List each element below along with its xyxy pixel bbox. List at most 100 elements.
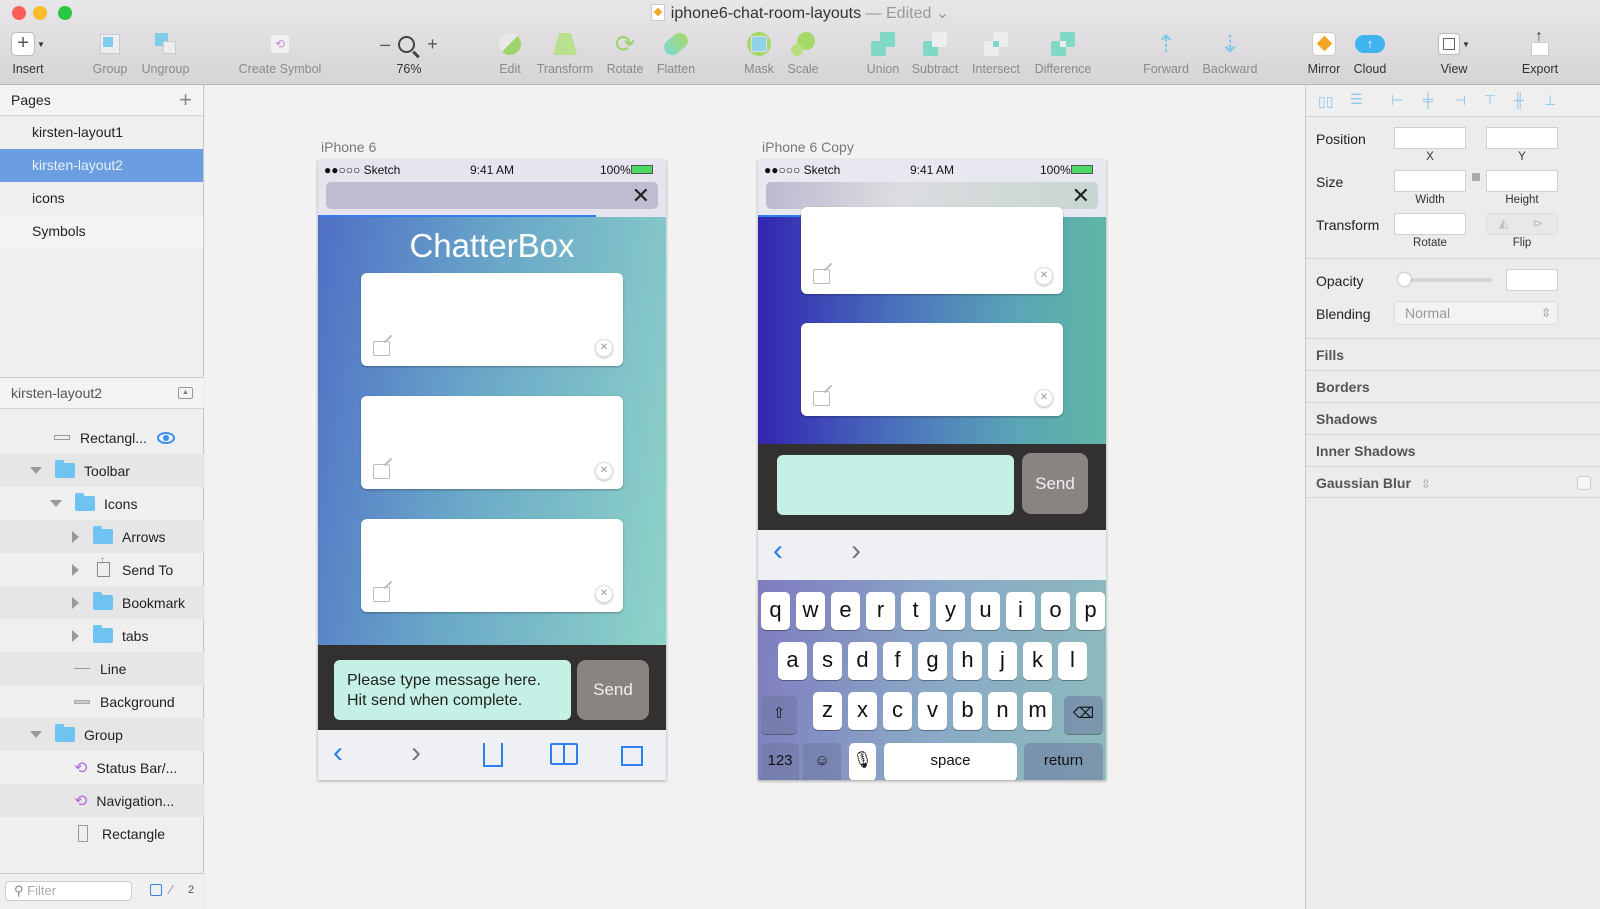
url-bar[interactable]: ✕ (326, 182, 658, 209)
ungroup-button[interactable]: Ungroup (138, 28, 193, 76)
flatten-button[interactable]: Flatten (652, 28, 700, 76)
back-arrow-icon[interactable]: ‹ (333, 736, 343, 770)
align-left-icon[interactable]: ⊢ (1391, 92, 1403, 109)
key-t[interactable]: t (901, 592, 930, 630)
align-center-horizontal-icon[interactable]: ╪ (1423, 92, 1433, 108)
flip-horizontal-button[interactable]: ◭ (1499, 216, 1508, 230)
filter-input[interactable]: ⚲ Filter (5, 881, 132, 901)
edit-icon[interactable] (373, 587, 390, 602)
disclosure-triangle-icon[interactable] (72, 629, 79, 642)
layer-row[interactable]: Rectangl... (0, 421, 204, 454)
rotate-input[interactable] (1394, 213, 1466, 235)
send-button[interactable]: Send (577, 660, 649, 720)
create-symbol-button[interactable]: ⟲ Create Symbol (232, 28, 328, 76)
key-f[interactable]: f (883, 642, 912, 680)
edit-icon[interactable] (373, 341, 390, 356)
gaussian-blur-checkbox[interactable] (1577, 476, 1591, 490)
disclosure-triangle-icon[interactable] (30, 731, 42, 738)
layer-row[interactable]: ↑ Send To (0, 553, 204, 586)
distribute-vertical-icon[interactable]: ☰ (1350, 91, 1363, 108)
key-p[interactable]: p (1076, 592, 1105, 630)
slices-filter-icon[interactable]: ∕ (170, 882, 172, 897)
microphone-key[interactable]: 🎙 (849, 743, 876, 780)
key-z[interactable]: z (813, 692, 842, 730)
artboard-label[interactable]: iPhone 6 Copy (762, 139, 854, 155)
page-item[interactable]: icons (0, 182, 203, 215)
insert-button[interactable]: + ▼ Insert (8, 28, 48, 76)
edited-status[interactable]: — Edited (866, 5, 932, 22)
cloud-button[interactable]: ↑ Cloud (1349, 28, 1391, 76)
opacity-slider[interactable] (1398, 273, 1493, 286)
message-input[interactable]: Please type message here. Hit send when … (334, 660, 571, 720)
canvas[interactable]: iPhone 6 ●●○○○ Sketch 9:41 AM 100% ✕ Cha… (205, 85, 1305, 909)
artboard-label[interactable]: iPhone 6 (321, 139, 376, 155)
align-bottom-icon[interactable]: ⊥ (1544, 92, 1556, 109)
dismiss-icon[interactable]: ✕ (595, 585, 613, 603)
width-input[interactable] (1394, 170, 1466, 192)
align-right-icon[interactable]: ⊣ (1454, 92, 1466, 109)
key-r[interactable]: r (866, 592, 895, 630)
page-item[interactable]: kirsten-layout1 (0, 116, 203, 149)
space-key[interactable]: space (884, 743, 1017, 780)
key-h[interactable]: h (953, 642, 982, 680)
chevron-down-icon[interactable]: ⌄ (931, 5, 949, 22)
chat-card[interactable]: ✕ (361, 396, 623, 489)
tabs-icon[interactable] (621, 746, 643, 766)
key-e[interactable]: e (831, 592, 860, 630)
edit-icon[interactable] (373, 464, 390, 479)
disclosure-triangle-icon[interactable] (50, 500, 62, 507)
mirror-button[interactable]: Mirror (1304, 28, 1344, 76)
forward-arrow-icon[interactable]: › (411, 736, 421, 770)
position-y-input[interactable] (1486, 127, 1558, 149)
key-c[interactable]: c (883, 692, 912, 730)
backward-button[interactable]: ⇣ Backward (1198, 28, 1262, 77)
key-n[interactable]: n (988, 692, 1017, 730)
disclosure-triangle-icon[interactable] (72, 596, 79, 609)
inner-shadows-section[interactable]: Inner Shadows (1306, 434, 1600, 466)
opacity-input[interactable] (1506, 269, 1558, 291)
disclosure-triangle-icon[interactable] (30, 467, 42, 474)
emoji-key[interactable]: ☺ (803, 743, 841, 780)
layer-row[interactable]: tabs (0, 619, 204, 652)
layer-row[interactable]: ⟲ Status Bar/... (0, 751, 204, 784)
align-top-icon[interactable]: ⊤ (1484, 92, 1496, 109)
close-icon[interactable]: ✕ (632, 183, 650, 209)
add-page-button[interactable]: + (179, 87, 192, 113)
edit-icon[interactable] (813, 269, 830, 284)
group-button[interactable]: Group (90, 28, 130, 76)
dismiss-icon[interactable]: ✕ (1035, 267, 1053, 285)
back-arrow-icon[interactable]: ‹ (773, 534, 783, 568)
dismiss-icon[interactable]: ✕ (595, 339, 613, 357)
layer-row[interactable]: Line (0, 652, 204, 685)
key-y[interactable]: y (936, 592, 965, 630)
key-g[interactable]: g (918, 642, 947, 680)
scale-button[interactable]: Scale (785, 28, 821, 76)
key-w[interactable]: w (796, 592, 825, 630)
forward-button[interactable]: ⇡ Forward (1140, 28, 1192, 77)
url-bar[interactable]: ✕ (766, 182, 1098, 209)
send-button[interactable]: Send (1022, 453, 1088, 514)
forward-arrow-icon[interactable]: › (851, 534, 861, 568)
position-x-input[interactable] (1394, 127, 1466, 149)
collapse-pages-button[interactable]: ▲ (178, 387, 193, 399)
difference-button[interactable]: Difference (1030, 28, 1096, 76)
page-item-selected[interactable]: kirsten-layout2 (0, 149, 203, 182)
numbers-key[interactable]: 123 (761, 743, 799, 780)
key-k[interactable]: k (1023, 642, 1052, 680)
rotate-button[interactable]: ⟳ Rotate (605, 28, 645, 77)
key-i[interactable]: i (1006, 592, 1035, 630)
layer-row[interactable]: Arrows (0, 520, 204, 553)
eye-icon[interactable] (156, 431, 175, 444)
bookmarks-icon[interactable] (550, 743, 578, 765)
message-input[interactable] (777, 455, 1014, 515)
layer-row[interactable]: Bookmark (0, 586, 204, 619)
mask-button[interactable]: Mask (742, 28, 776, 76)
layer-row[interactable]: Background (0, 685, 204, 718)
chat-card[interactable]: ✕ (801, 207, 1063, 294)
gaussian-blur-section[interactable]: Gaussian Blur ⇳ (1306, 466, 1600, 498)
key-o[interactable]: o (1041, 592, 1070, 630)
flip-vertical-button[interactable]: ⊳ (1533, 216, 1543, 230)
shift-key[interactable]: ⇧ (761, 696, 797, 734)
chat-card[interactable]: ✕ (361, 519, 623, 612)
layer-row[interactable]: Icons (0, 487, 204, 520)
